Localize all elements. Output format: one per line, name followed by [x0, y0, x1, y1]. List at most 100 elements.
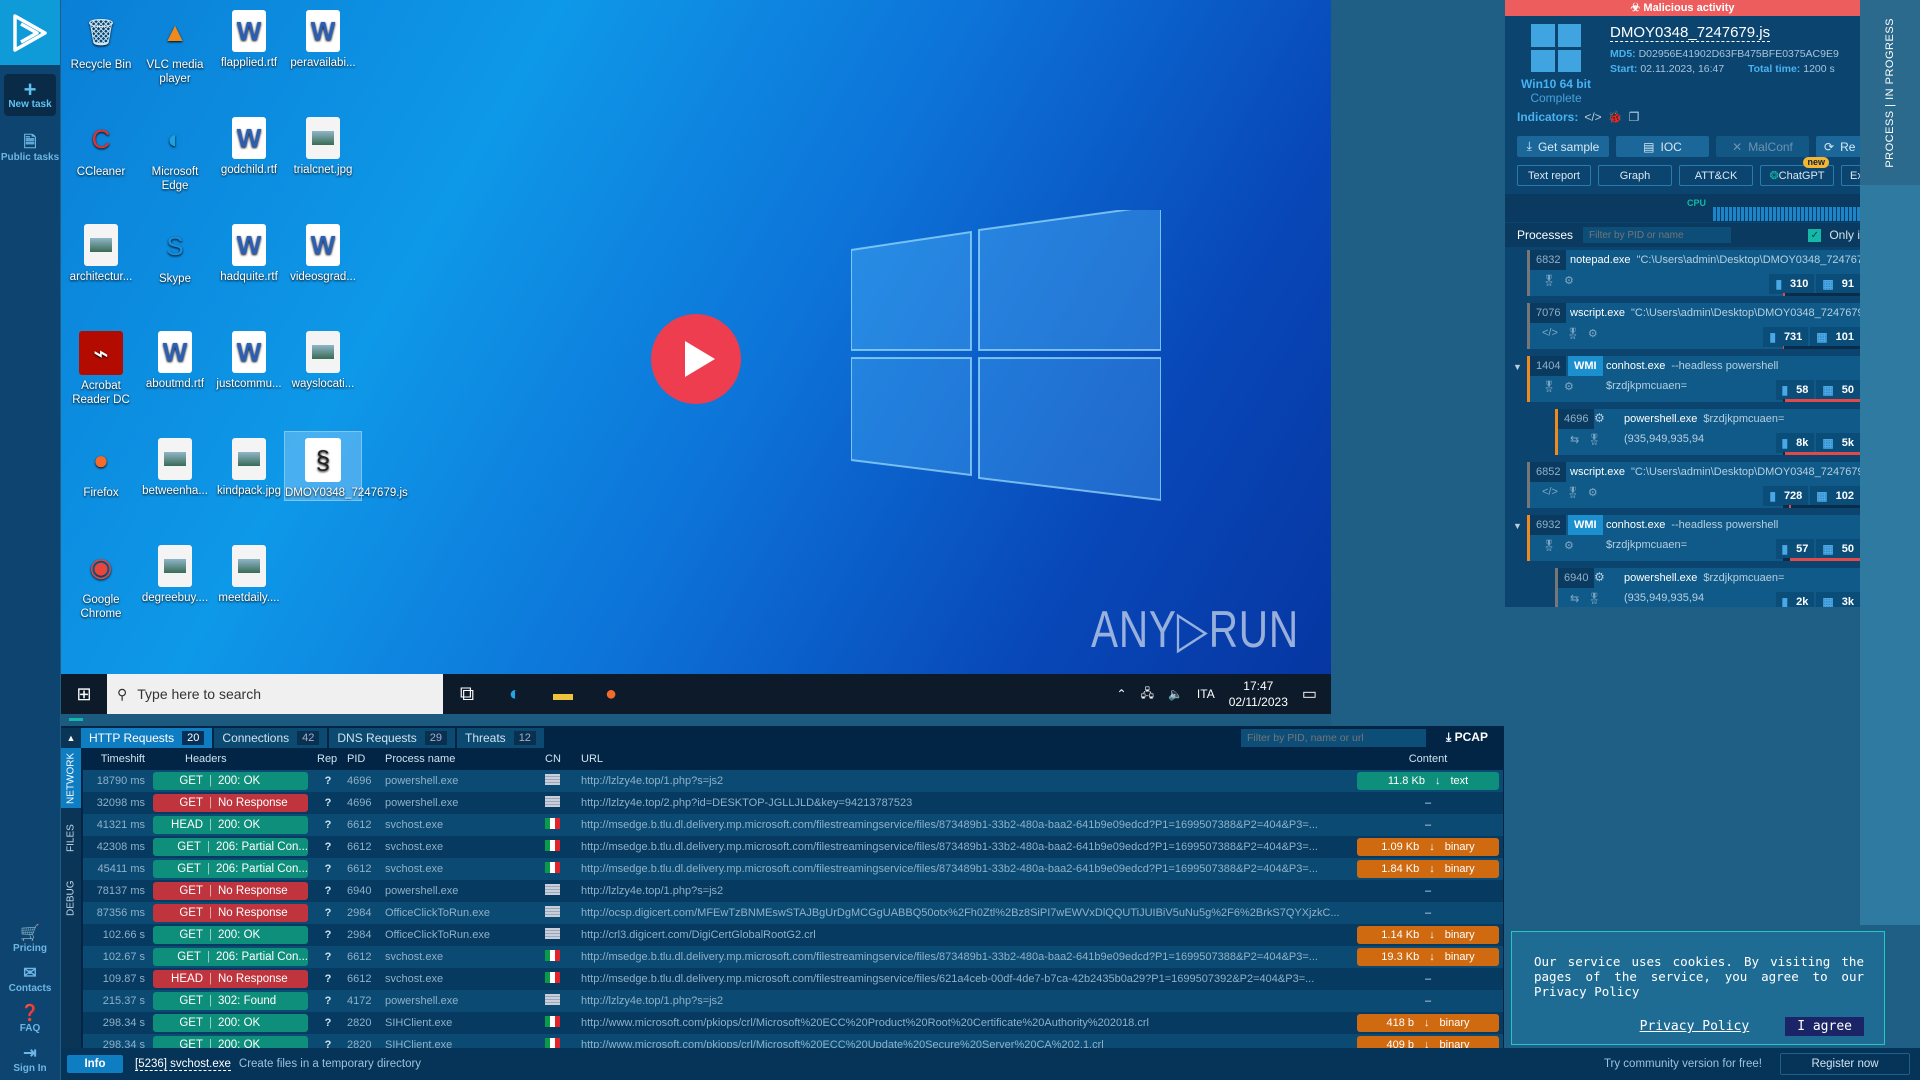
http-status-badge[interactable]: GET | 200: OK: [153, 926, 308, 944]
table-row[interactable]: 102.66 s GET | 200: OK? 2984 OfficeClickToRun…: [83, 924, 1503, 946]
ioc-button[interactable]: ▤ IOC: [1616, 136, 1709, 157]
expand-arrow-icon[interactable]: ▼: [1513, 521, 1522, 531]
table-row[interactable]: 42308 ms GET | 206: Partial Con...? 6612 svch…: [83, 836, 1503, 858]
desktop-icon[interactable]: ◉ Google Chrome: [63, 539, 139, 621]
start-button[interactable]: ⊞: [61, 674, 107, 714]
http-status-badge[interactable]: GET | 302: Found: [153, 992, 308, 1010]
desktop-icon[interactable]: Wgodchild.rtf: [211, 111, 287, 177]
restart-button[interactable]: ⟳ Re: [1816, 136, 1860, 157]
desktop-icon[interactable]: Wvideosgrad...: [285, 218, 361, 284]
table-row[interactable]: 87356 ms GET | No Response? 2984 OfficeClickT…: [83, 902, 1503, 924]
content-download-badge[interactable]: 1.84 Kb ↓ binary: [1357, 860, 1499, 878]
desktop-icon[interactable]: 🗑 Recycle Bin: [63, 4, 139, 72]
tab-http-requests[interactable]: HTTP Requests 20: [81, 728, 213, 748]
network-filter-input[interactable]: [1241, 729, 1426, 747]
register-button[interactable]: Register now: [1780, 1053, 1910, 1075]
public-tasks-button[interactable]: 🗎 Public tasks: [0, 128, 60, 169]
url-cell[interactable]: http://msedge.b.tlu.dl.delivery.mp.micro…: [577, 836, 1353, 858]
new-task-button[interactable]: + New task: [4, 74, 56, 116]
collapse-panel-button[interactable]: ▲: [61, 728, 81, 748]
http-status-badge[interactable]: GET | No Response: [153, 882, 308, 900]
anyrun-logo[interactable]: [0, 0, 60, 65]
process-item[interactable]: 6940 ⚙ powershell.exe $rzdjkpmcuaen=(935,94…: [1555, 568, 1860, 607]
expand-arrow-icon[interactable]: ▼: [1513, 362, 1522, 372]
registry-stat[interactable]: ▦ 50: [1816, 539, 1860, 559]
col-process-name[interactable]: Process name: [381, 748, 541, 770]
col-pid[interactable]: PID: [343, 748, 381, 770]
attack-button[interactable]: ATT&CK: [1679, 165, 1753, 186]
malconf-button[interactable]: ✕ MalConf: [1716, 136, 1809, 157]
table-row[interactable]: 32098 ms GET | No Response? 4696 powershell.e…: [83, 792, 1503, 814]
desktop-icon[interactable]: trialcnet.jpg: [285, 111, 361, 177]
process-filter-input[interactable]: [1583, 227, 1732, 243]
privacy-policy-link[interactable]: Privacy Policy: [1640, 1019, 1750, 1034]
col-url[interactable]: URL: [577, 748, 1353, 770]
desktop-icon[interactable]: degreebuy....: [137, 539, 213, 605]
code-icon[interactable]: </>: [1584, 110, 1601, 124]
registry-stat[interactable]: ▦ 101: [1810, 327, 1860, 347]
process-item[interactable]: 6932 WMI conhost.exe --headless powershell …: [1527, 515, 1860, 561]
col-headers[interactable]: Headers: [149, 748, 313, 770]
url-cell[interactable]: http://www.microsoft.com/pkiops/crl/Micr…: [577, 1012, 1353, 1034]
chatgpt-button[interactable]: ❂ ChatGPT new: [1760, 157, 1834, 186]
desktop-icon[interactable]: Wjustcommu...: [211, 325, 287, 391]
desktop-icon[interactable]: wayslocati...: [285, 325, 361, 391]
md5-value[interactable]: D02956E41902D63FB475BFE0375AC9E9: [1639, 48, 1839, 60]
task-view-icon[interactable]: ⧉: [443, 674, 491, 714]
firefox-taskbar-icon[interactable]: ●: [587, 674, 635, 714]
url-cell[interactable]: http://ocsp.digicert.com/MFEwTzBNMEswSTA…: [577, 902, 1353, 924]
table-row[interactable]: 45411 ms GET | 206: Partial Con...? 6612 svch…: [83, 858, 1503, 880]
sidebar-item-faq[interactable]: ❓ FAQ: [0, 1000, 60, 1040]
file-stat[interactable]: ▮ 728: [1763, 486, 1809, 506]
side-tab-debug[interactable]: DEBUG: [61, 868, 81, 928]
volume-icon[interactable]: 🔈: [1168, 687, 1183, 701]
url-cell[interactable]: http://lzlzy4e.top/1.php?s=js2: [577, 770, 1353, 792]
http-status-badge[interactable]: GET | 206: Partial Con...: [153, 838, 308, 856]
side-tab-network[interactable]: NETWORK: [61, 748, 81, 808]
desktop-icon[interactable]: § DMOY0348_7247679.js: [284, 431, 408, 501]
sidebar-item-contacts[interactable]: ✉ Contacts: [0, 960, 60, 1000]
desktop-icon[interactable]: Whadquite.rtf: [211, 218, 287, 284]
table-row[interactable]: 298.34 s GET | 200: OK? 2820 SIHClient.exe htt…: [83, 1012, 1503, 1034]
content-download-badge[interactable]: 418 b ↓ binary: [1357, 1014, 1499, 1032]
desktop-icon[interactable]: C CCleaner: [63, 111, 139, 179]
url-cell[interactable]: http://lzlzy4e.top/1.php?s=js2: [577, 880, 1353, 902]
table-row[interactable]: 215.37 s GET | 302: Found? 4172 powershell.ex…: [83, 990, 1503, 1012]
windows-stack-icon[interactable]: ❐: [1629, 110, 1640, 124]
process-link[interactable]: [5236] svchost.exe: [135, 1058, 231, 1071]
tab-dns-requests[interactable]: DNS Requests 29: [329, 728, 455, 748]
sidebar-item-sign-in[interactable]: ⇥ Sign In: [0, 1040, 60, 1080]
desktop-icon[interactable]: ◐ Microsoft Edge: [137, 111, 213, 193]
desktop-icon[interactable]: Waboutmd.rtf: [137, 325, 213, 391]
process-item[interactable]: 6852 wscript.exe "C:\Users\admin\Desktop\D…: [1527, 462, 1860, 508]
desktop-icon[interactable]: S Skype: [137, 218, 213, 286]
url-cell[interactable]: http://lzlzy4e.top/2.php?id=DESKTOP-JGLL…: [577, 792, 1353, 814]
task-filename[interactable]: DMOY0348_7247679.js: [1610, 24, 1771, 42]
file-stat[interactable]: ▮ 731: [1763, 327, 1809, 347]
desktop-icon[interactable]: Wflapplied.rtf: [211, 4, 287, 70]
http-status-badge[interactable]: GET | 200: OK: [153, 772, 308, 790]
url-cell[interactable]: http://msedge.b.tlu.dl.delivery.mp.micro…: [577, 946, 1353, 968]
desktop-icon[interactable]: kindpack.jpg: [211, 432, 287, 498]
notification-icon[interactable]: ▭: [1302, 684, 1317, 704]
process-item[interactable]: 1404 WMI conhost.exe --headless powershell …: [1527, 356, 1860, 402]
get-sample-button[interactable]: ⤓ Get sample: [1517, 136, 1609, 157]
vm-screen[interactable]: 🗑 Recycle Bin ▲ VLC media player Wflapplied.…: [61, 0, 1331, 714]
url-cell[interactable]: http://lzlzy4e.top/1.php?s=js2: [577, 990, 1353, 1012]
tab-connections[interactable]: Connections 42: [214, 728, 328, 748]
content-download-badge[interactable]: 19.3 Kb ↓ binary: [1357, 948, 1499, 966]
file-explorer-icon[interactable]: ▬: [539, 674, 587, 714]
http-status-badge[interactable]: GET | No Response: [153, 794, 308, 812]
http-status-badge[interactable]: GET | 206: Partial Con...: [153, 948, 308, 966]
export-button[interactable]: Ex: [1841, 165, 1860, 186]
clock[interactable]: 17:47 02/11/2023: [1229, 678, 1288, 710]
edge-taskbar-icon[interactable]: ◐: [491, 674, 539, 714]
agree-button[interactable]: I agree: [1785, 1017, 1864, 1036]
registry-stat[interactable]: ▦ 91: [1816, 274, 1860, 294]
http-status-badge[interactable]: GET | 206: Partial Con...: [153, 860, 308, 878]
process-in-progress-tab[interactable]: PROCESS | IN PROGRESS: [1860, 0, 1920, 185]
pcap-download-button[interactable]: ⤓ PCAP: [1446, 730, 1488, 745]
desktop-icon[interactable]: ▲ VLC media player: [137, 4, 213, 86]
desktop-icon[interactable]: Wperavailabi...: [285, 4, 361, 70]
http-status-badge[interactable]: HEAD | 200: OK: [153, 816, 308, 834]
